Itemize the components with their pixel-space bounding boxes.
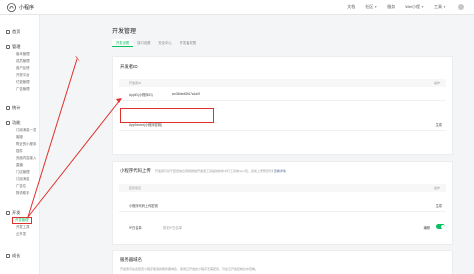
server-domain-card: 服务器域名 开发者可在此配置小程序使用的服务器域名，使用云开发的小程序无需配置，…: [112, 250, 453, 274]
sidebar-item-ad-slots[interactable]: 广告位: [0, 183, 40, 190]
description-text: 开发者可基于配置信息调用微信开发者工具提供的命令行工具或npm包，完成上传预览代…: [155, 169, 273, 173]
column-header: 配置项目: [129, 186, 142, 190]
sidebar-item-cloud[interactable]: 云开发: [0, 231, 40, 238]
table-header: 开发者ID 操作: [119, 79, 446, 87]
card-description: 开发者可基于配置信息调用微信开发者工具提供的命令行工具或npm包，完成上传预览代…: [155, 169, 286, 173]
mini-program-logo-icon: [7, 3, 16, 12]
sidebar-group-label: 统计: [12, 105, 21, 110]
sidebar-item-subscribe-overview[interactable]: 订阅消息一览: [0, 127, 40, 134]
code-upload-card: 小程序代码上传 开发者可基于配置信息调用微信开发者工具提供的命令行工具或npm包…: [112, 161, 453, 245]
table-row-upload-key: 小程序代码上传密钥 生成: [119, 198, 446, 212]
nav-community-label: 社区: [365, 4, 374, 9]
feature-icon: [6, 121, 10, 125]
nav-community[interactable]: 社区▼: [365, 4, 377, 10]
sidebar-group-features: 功能 订阅消息一览 客服 附近的小程序 插件 页面内容接入 直播 门店管理 订阅…: [0, 119, 40, 197]
main-content: 开发管理 开发设置 接口设置 安全中心 开发者权限 开发者ID 开发者ID 操作…: [40, 15, 474, 274]
tab-dev-permissions[interactable]: 开发者权限: [176, 39, 200, 47]
column-header-action: 操作: [433, 186, 440, 190]
sidebar-group-label: 成长: [12, 253, 21, 258]
upload-key-label: 小程序代码上传密钥: [129, 204, 158, 208]
table-row-appid: AppID(小程序ID) wx34fab62fd7a1a0f: [119, 87, 446, 101]
ip-whitelist-toggle[interactable]: [436, 224, 445, 229]
sidebar: 首页 管理 版本管理 成员管理 用户反馈 开放平台 付费管理 广告管理 统计 功…: [0, 15, 40, 274]
tab-security[interactable]: 安全中心: [154, 39, 175, 47]
nav-tools[interactable]: 工具▼: [434, 4, 446, 10]
generate-secret-button[interactable]: 生成: [436, 122, 442, 127]
table-row-ip-whitelist: IP白名单 暂无IP白名单 编辑: [119, 222, 446, 236]
chevron-down-icon: ▼: [443, 5, 446, 9]
edit-ip-whitelist-button[interactable]: 编辑: [424, 225, 430, 230]
sidebar-item-logistics[interactable]: 物流助手: [0, 190, 40, 197]
developer-id-card: 开发者ID 开发者ID 操作 AppID(小程序ID) wx34fab62fd7…: [112, 56, 453, 155]
sidebar-group-dev: 开发 开发管理 开发工具 云开发: [0, 209, 40, 238]
sidebar-item-plugins[interactable]: 插件: [0, 148, 40, 155]
table-header: 配置项目 操作: [119, 184, 446, 192]
sidebar-item-open-platform[interactable]: 开放平台: [0, 72, 40, 79]
home-icon: [6, 30, 10, 34]
card-title: 服务器域名: [120, 257, 142, 262]
tab-interface-settings[interactable]: 接口设置: [133, 39, 154, 47]
sidebar-item-nearby[interactable]: 附近的小程序: [0, 141, 40, 148]
sidebar-group-home[interactable]: 首页: [0, 28, 40, 36]
avatar[interactable]: [458, 4, 464, 10]
card-description: 开发者可在此配置小程序使用的服务器域名，使用云开发的小程序无需配置，可在云开发控…: [120, 267, 259, 271]
column-header-action: 操作: [433, 81, 440, 85]
appid-value[interactable]: wx34fab62fd7a1a0f: [172, 92, 200, 96]
tab-dev-settings[interactable]: 开发设置: [112, 39, 134, 47]
column-header: 开发者ID: [129, 81, 142, 85]
sidebar-group-label: 功能: [12, 120, 21, 125]
sidebar-group-label: 开发: [12, 210, 21, 215]
sidebar-item-customer-service[interactable]: 客服: [0, 134, 40, 141]
nav-tools-label: 工具: [434, 4, 443, 9]
chevron-down-icon: ▼: [421, 5, 425, 9]
app-name: 小程序: [19, 5, 35, 11]
top-nav: 文档 社区▼ 服务 Wei小程▼ 工具▼: [347, 4, 464, 10]
sidebar-group-manage: 管理 版本管理 成员管理 用户反馈 开放平台 付费管理 广告管理: [0, 43, 40, 93]
brand[interactable]: 小程序: [7, 3, 34, 12]
sidebar-item-live[interactable]: 直播: [0, 162, 40, 169]
appsecret-label: AppSecret(小程序密钥): [129, 123, 162, 127]
nav-account[interactable]: Wei小程▼: [405, 4, 424, 10]
sidebar-group-stats[interactable]: 统计: [0, 104, 40, 112]
top-bar: 小程序 文档 社区▼ 服务 Wei小程▼ 工具▼: [0, 0, 474, 15]
ip-whitelist-value: 暂无IP白名单: [163, 226, 182, 230]
learn-more-link[interactable]: 查看详情: [274, 169, 286, 173]
sidebar-group-growth[interactable]: 成长: [0, 252, 40, 260]
sidebar-item-subscribe[interactable]: 订阅消息: [0, 176, 40, 183]
card-title: 开发者ID: [120, 64, 138, 69]
stats-icon: [6, 106, 10, 110]
sidebar-item-version[interactable]: 版本管理: [0, 51, 40, 58]
sidebar-item-dev-tools[interactable]: 开发工具: [0, 224, 40, 231]
manage-icon: [6, 45, 10, 49]
nav-service[interactable]: 服务: [387, 4, 395, 10]
sidebar-item-ads[interactable]: 广告管理: [0, 86, 40, 93]
sidebar-item-payment[interactable]: 付费管理: [0, 79, 40, 86]
ip-whitelist-label: IP白名单: [129, 226, 142, 230]
sidebar-group-label: 首页: [12, 29, 21, 34]
chevron-down-icon: ▼: [374, 5, 378, 9]
tab-bar: 开发设置 接口设置 安全中心 开发者权限: [112, 39, 200, 47]
sidebar-item-stores[interactable]: 门店管理: [0, 169, 40, 176]
page-title: 开发管理: [112, 29, 137, 35]
growth-icon: [6, 254, 10, 258]
nav-docs[interactable]: 文档: [347, 4, 355, 10]
appid-label: AppID(小程序ID): [129, 93, 153, 97]
sidebar-item-page-content[interactable]: 页面内容接入: [0, 155, 40, 162]
sidebar-group-label: 管理: [12, 44, 21, 49]
generate-upload-key-button[interactable]: 生成: [436, 203, 442, 208]
table-row-secret: AppSecret(小程序密钥) 生成: [119, 117, 446, 131]
nav-account-label: Wei小程: [405, 4, 421, 9]
dev-icon: [6, 211, 10, 215]
card-title: 小程序代码上传: [120, 168, 151, 173]
sidebar-item-members[interactable]: 成员管理: [0, 58, 40, 65]
sidebar-item-dev-management[interactable]: 开发管理: [12, 217, 32, 224]
sidebar-item-feedback[interactable]: 用户反馈: [0, 65, 40, 72]
